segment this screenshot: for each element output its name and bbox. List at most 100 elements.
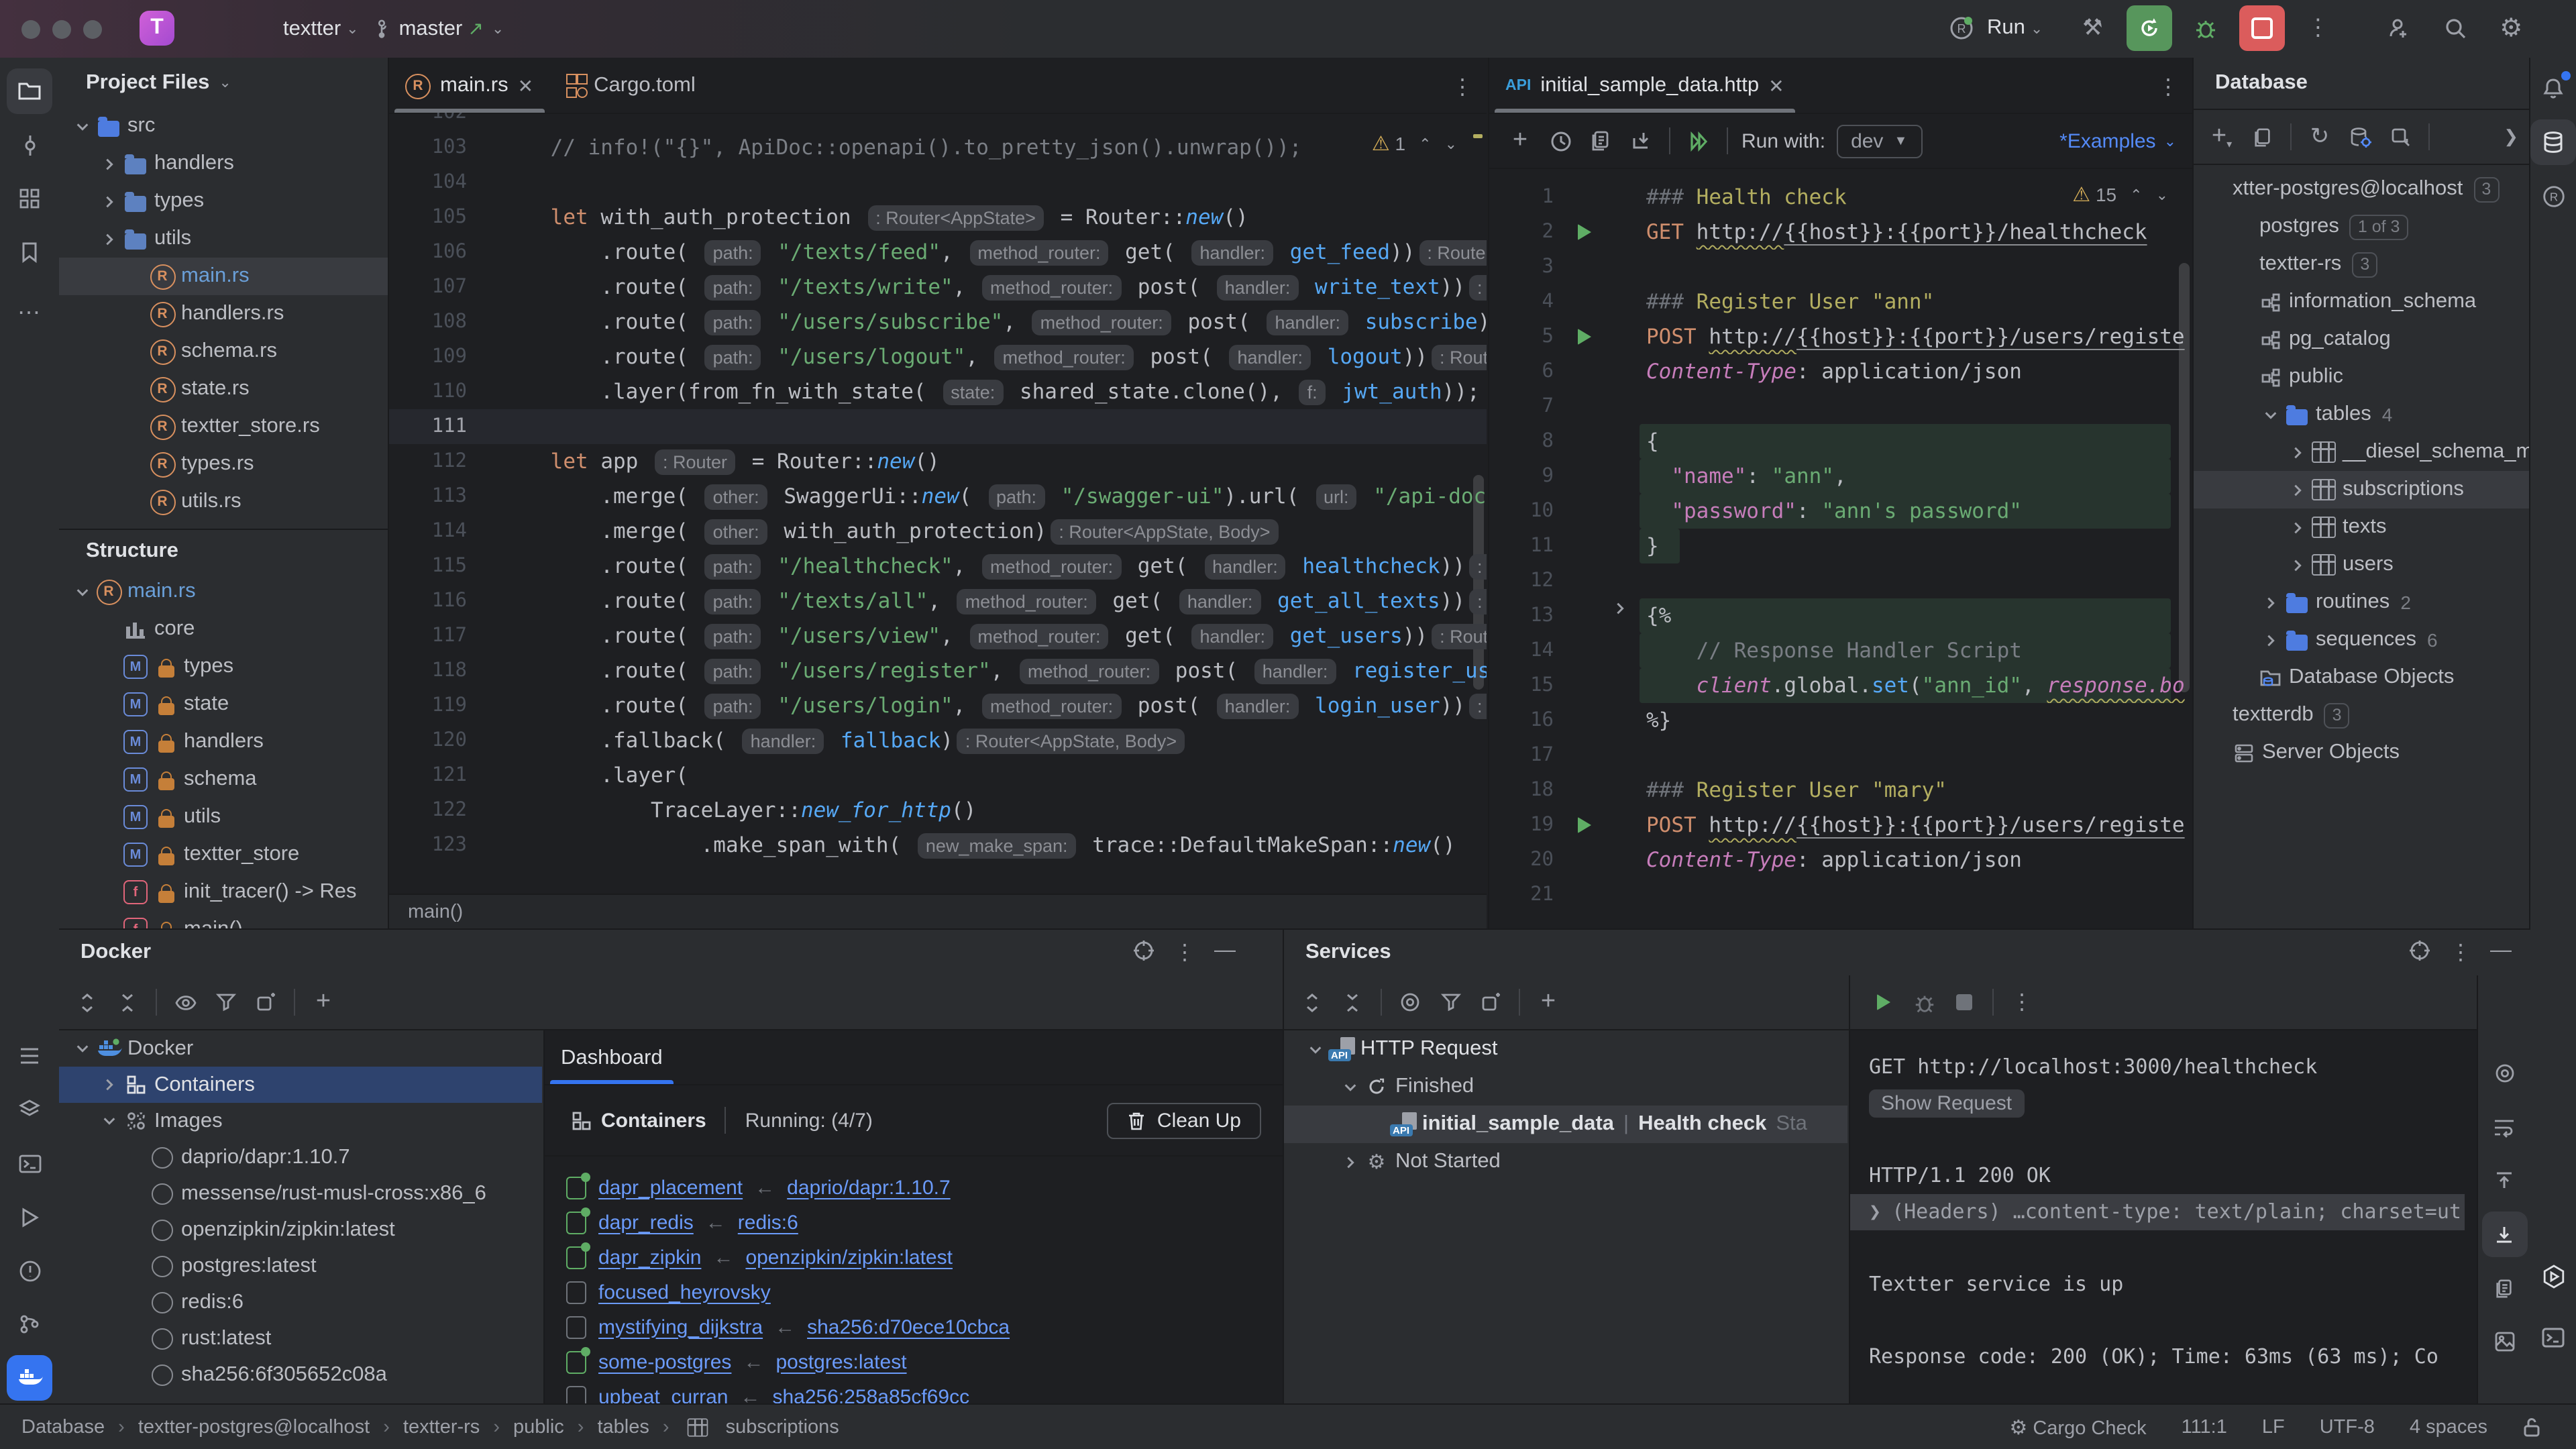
commit-icon[interactable] bbox=[7, 122, 52, 168]
code-line[interactable]: 122 TraceLayer::new_for_http() bbox=[389, 793, 1487, 828]
database-tree-row[interactable]: textter-rs3 bbox=[2194, 246, 2532, 283]
add-connection-icon[interactable]: + bbox=[303, 983, 343, 1021]
docker-tree-row[interactable]: Images bbox=[59, 1103, 542, 1139]
add-request-icon[interactable]: + bbox=[1500, 122, 1540, 160]
docker-tree-row[interactable]: messense/rust-musl-cross:x86_6 bbox=[59, 1175, 542, 1212]
docker-tree-row[interactable]: daprio/dapr:1.10.7 bbox=[59, 1139, 542, 1175]
project-tree-row[interactable]: Rutils.rs bbox=[59, 483, 388, 521]
status-widget[interactable]: ⚙ Cargo Check bbox=[2009, 1415, 2146, 1439]
http-line[interactable]: 12 bbox=[1489, 564, 2192, 598]
http-line[interactable]: 2GET http://{{host}}:{{port}}/healthchec… bbox=[1489, 215, 2192, 250]
database-tree-row[interactable]: public bbox=[2194, 358, 2532, 396]
image-icon[interactable] bbox=[2481, 1319, 2527, 1364]
examples-dropdown[interactable]: *Examples⌄ bbox=[2059, 129, 2176, 152]
run-configuration-icon[interactable]: R bbox=[1939, 5, 1984, 51]
structure-tree-row[interactable]: Mtypes bbox=[59, 648, 388, 686]
http-line[interactable]: 6Content-Type: application/json bbox=[1489, 354, 2192, 389]
services-tree-row[interactable]: ⚙Not Started bbox=[1284, 1143, 1847, 1181]
container-link[interactable]: upbeat_curran bbox=[598, 1385, 729, 1405]
code-line[interactable]: 119 .route( path: "/users/login", method… bbox=[389, 688, 1487, 723]
status-breadcrumb-item[interactable]: textter-postgres@localhost bbox=[138, 1416, 370, 1438]
structure-tree-row[interactable]: Mtextter_store bbox=[59, 836, 388, 873]
container-row[interactable]: dapr_redis←redis:6 bbox=[566, 1205, 1261, 1240]
http-line[interactable]: 17 bbox=[1489, 738, 2192, 773]
run-icon[interactable] bbox=[7, 1194, 52, 1240]
console-more-icon[interactable]: ⋮ bbox=[2002, 983, 2042, 1021]
container-row[interactable]: dapr_zipkin←openzipkin/zipkin:latest bbox=[566, 1240, 1261, 1275]
docker-options-icon[interactable]: ⋮ bbox=[1174, 939, 1195, 966]
run-all-requests-icon[interactable] bbox=[1678, 122, 1719, 160]
code-line[interactable]: 107 .route( path: "/texts/write", method… bbox=[389, 270, 1487, 305]
project-selector[interactable]: textter bbox=[283, 17, 341, 41]
status-widget[interactable]: 4 spaces bbox=[2410, 1416, 2487, 1438]
database-tree-row[interactable]: Server Objects bbox=[2194, 734, 2532, 771]
http-line[interactable]: 10 "password": "ann's password" bbox=[1489, 494, 2192, 529]
project-tree-row[interactable]: Rmain.rs bbox=[59, 258, 388, 295]
http-line[interactable]: 13{% bbox=[1489, 598, 2192, 633]
http-line[interactable]: 9 "name": "ann", bbox=[1489, 459, 2192, 494]
filter-icon[interactable] bbox=[205, 983, 246, 1021]
copy-output-icon[interactable] bbox=[2481, 1265, 2527, 1311]
image-link[interactable]: daprio/dapr:1.10.7 bbox=[787, 1176, 951, 1199]
version-control-icon[interactable] bbox=[7, 1301, 52, 1347]
code-line[interactable]: 103 // info!("{}", ApiDoc::openapi().to_… bbox=[389, 130, 1487, 165]
collapse-all-icon[interactable] bbox=[1332, 983, 1373, 1021]
hide-panel-icon[interactable]: — bbox=[1214, 939, 1236, 966]
close-window-button[interactable] bbox=[21, 19, 40, 38]
image-link[interactable]: redis:6 bbox=[738, 1211, 798, 1234]
container-link[interactable]: mystifying_dijkstra bbox=[598, 1316, 763, 1338]
project-tree-row[interactable]: utils bbox=[59, 220, 388, 258]
environment-selector[interactable]: dev▼ bbox=[1836, 124, 1922, 158]
project-tree-row[interactable]: src bbox=[59, 107, 388, 145]
maximize-window-button[interactable] bbox=[83, 19, 102, 38]
structure-tree-row[interactable]: Mstate bbox=[59, 686, 388, 723]
image-link[interactable]: sha256:d70ece10cbca bbox=[807, 1316, 1010, 1338]
code-area[interactable]: ⚠ 1 ⌃ ⌄ 102103 // info!("{}", ApiDoc::op… bbox=[389, 113, 1487, 895]
structure-icon[interactable] bbox=[7, 176, 52, 221]
docker-tree-row[interactable]: Docker bbox=[59, 1030, 542, 1067]
database-tree-row[interactable]: subscriptions bbox=[2194, 471, 2532, 508]
terminal-icon[interactable] bbox=[7, 1140, 52, 1186]
breadcrumb[interactable]: main() bbox=[389, 894, 1487, 928]
code-line[interactable]: 106 .route( path: "/texts/feed", method_… bbox=[389, 235, 1487, 270]
docker-tree-row[interactable]: sha256:6f305652c08a bbox=[59, 1356, 542, 1393]
settings-gear-icon[interactable]: ⚙ bbox=[2488, 5, 2534, 51]
http-line[interactable]: 20Content-Type: application/json bbox=[1489, 843, 2192, 877]
code-line[interactable]: 123 .make_span_with( new_make_span: trac… bbox=[389, 828, 1487, 863]
http-line[interactable]: 16%} bbox=[1489, 703, 2192, 738]
structure-tree-row[interactable]: Mschema bbox=[59, 761, 388, 798]
http-editor-options-icon[interactable]: ⋮ bbox=[2157, 74, 2179, 101]
scroll-to-end-icon[interactable] bbox=[2481, 1212, 2527, 1257]
code-line[interactable]: 108 .route( path: "/users/subscribe", me… bbox=[389, 305, 1487, 339]
notifications-icon[interactable] bbox=[2530, 66, 2576, 111]
database-tree-row[interactable]: routines2 bbox=[2194, 584, 2532, 621]
status-widgets[interactable]: ⚙ Cargo Check111:1LFUTF-84 spaces bbox=[2009, 1415, 2541, 1439]
project-tree-row[interactable]: Rtextter_store.rs bbox=[59, 408, 388, 445]
database-tree-row[interactable]: postgres1 of 3 bbox=[2194, 208, 2532, 246]
stop-button[interactable] bbox=[2239, 5, 2284, 51]
container-link[interactable]: dapr_placement bbox=[598, 1176, 743, 1199]
http-line[interactable]: 14 // Response Handler Script bbox=[1489, 633, 2192, 668]
code-line[interactable]: 104 bbox=[389, 165, 1487, 200]
project-tree-row[interactable]: Rhandlers.rs bbox=[59, 295, 388, 333]
container-row[interactable]: dapr_placement←daprio/dapr:1.10.7 bbox=[566, 1170, 1261, 1205]
docker-tree-row[interactable]: postgres:latest bbox=[59, 1248, 542, 1284]
terminal-icon[interactable] bbox=[2530, 1315, 2576, 1360]
database-tree-row[interactable]: pg_catalog bbox=[2194, 321, 2532, 358]
float-mode-icon[interactable] bbox=[1132, 939, 1155, 966]
expand-panel-icon[interactable]: ❯ bbox=[2504, 126, 2518, 148]
problems-icon[interactable] bbox=[7, 1248, 52, 1293]
services-icon[interactable] bbox=[7, 1033, 52, 1079]
database-tree-row[interactable]: xtter-postgres@localhost3 bbox=[2194, 170, 2532, 208]
container-row[interactable]: upbeat_curran←sha256:258a85cf69cc bbox=[566, 1379, 1261, 1405]
project-icon[interactable]: T bbox=[140, 11, 174, 46]
lock-icon[interactable] bbox=[2522, 1416, 2541, 1438]
code-line[interactable]: 115 .route( path: "/healthcheck", method… bbox=[389, 549, 1487, 584]
bookmarks-icon[interactable] bbox=[7, 229, 52, 275]
minimize-window-button[interactable] bbox=[52, 19, 71, 38]
run-request-icon[interactable] bbox=[1578, 329, 1591, 345]
window-controls[interactable] bbox=[21, 19, 114, 38]
http-code-area[interactable]: ⚠ 15 ⌃ ⌄ 1### Health check2GET http://{{… bbox=[1489, 166, 2192, 928]
prev-warning-icon[interactable]: ⌃ bbox=[2130, 186, 2142, 203]
new-tab-icon[interactable] bbox=[1470, 983, 1511, 1021]
